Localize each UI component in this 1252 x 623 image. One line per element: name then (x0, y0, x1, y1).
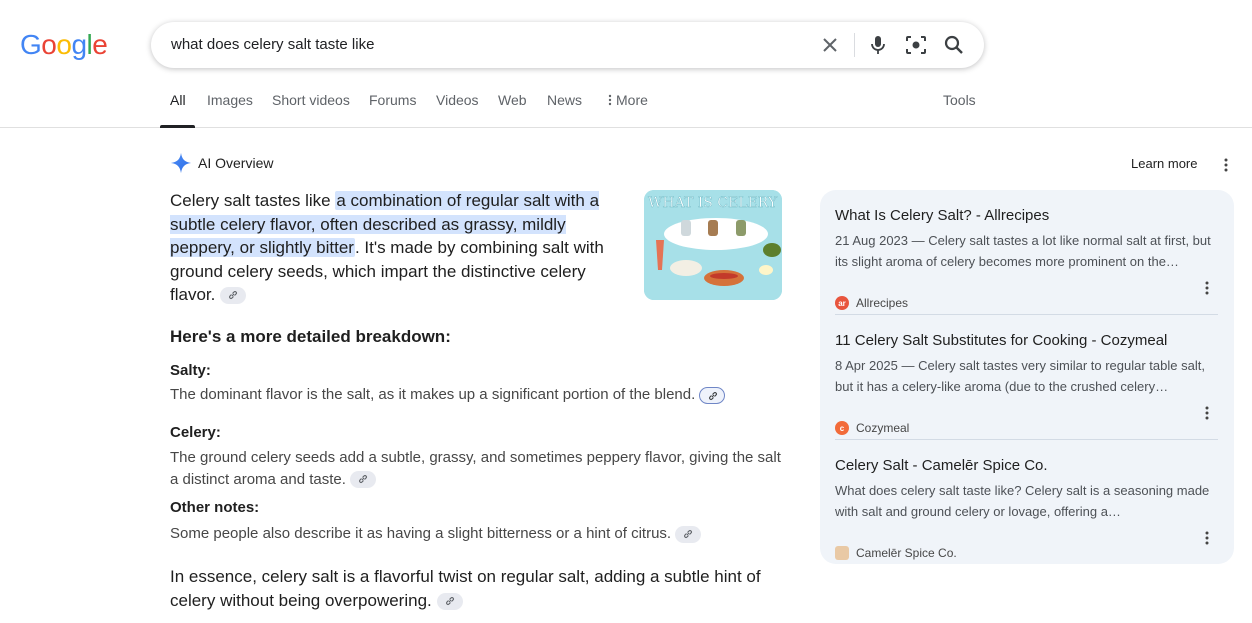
allrecipes-favicon-icon: ar (835, 296, 849, 310)
section-heading-salty: Salty: (170, 362, 211, 379)
sources-panel: What Is Celery Salt? - Allrecipes 21 Aug… (820, 190, 1234, 564)
tools-button[interactable]: Tools (943, 92, 976, 108)
cameler-favicon-icon (835, 546, 849, 560)
tab-images[interactable]: Images (207, 92, 253, 108)
source-card[interactable]: What Is Celery Salt? - Allrecipes 21 Aug… (835, 207, 1218, 310)
cozymeal-favicon-icon: c (835, 421, 849, 435)
source-snippet: 8 Apr 2025 — Celery salt tastes very sim… (835, 358, 1205, 394)
source-card[interactable]: 11 Celery Salt Substitutes for Cooking -… (835, 332, 1218, 435)
citation-link-icon[interactable] (220, 287, 247, 305)
citation-link-icon[interactable] (436, 592, 463, 610)
gemini-sparkle-icon (170, 152, 192, 174)
source-site-name: Cozymeal (856, 421, 910, 435)
source-title[interactable]: What Is Celery Salt? - Allrecipes (835, 207, 1218, 224)
breakdown-heading: Here's a more detailed breakdown: (170, 327, 451, 346)
search-box[interactable]: what does celery salt taste like (151, 22, 984, 68)
tab-web[interactable]: Web (498, 92, 527, 108)
section-text-salty: The dominant flavor is the salt, as it m… (170, 384, 785, 406)
source-more-icon[interactable] (1199, 405, 1215, 421)
search-input[interactable]: what does celery salt taste like (171, 36, 374, 53)
tab-more-label: More (616, 92, 648, 108)
source-snippet: What does celery salt taste like? Celery… (835, 483, 1210, 519)
active-tab-indicator (160, 125, 195, 128)
celery-salt-image[interactable]: WHAT IS CELERY SALT (644, 190, 782, 300)
image-caption: WHAT IS CELERY SALT (648, 195, 782, 211)
source-card[interactable]: Celery Salt - Camelēr Spice Co. What doe… (835, 457, 1218, 560)
section-heading-other-notes: Other notes: (170, 499, 260, 516)
source-site[interactable]: Camelēr Spice Co. (835, 546, 957, 560)
citation-link-icon[interactable] (350, 471, 377, 489)
tab-all[interactable]: All (170, 92, 186, 108)
source-site-name: Allrecipes (856, 296, 909, 310)
ai-overview-summary: Celery salt tastes like a combination of… (170, 189, 635, 307)
source-divider (835, 314, 1218, 315)
search-tabs: All Images Short videos Forums Videos We… (0, 78, 1252, 128)
search-divider (854, 33, 855, 57)
tab-more[interactable]: More (607, 92, 648, 108)
source-title[interactable]: 11 Celery Salt Substitutes for Cooking -… (835, 332, 1218, 349)
ai-overview-title: AI Overview (198, 155, 274, 171)
section-text: Some people also describe it as having a… (170, 525, 672, 542)
more-options-icon[interactable] (1218, 157, 1234, 173)
section-text-other-notes: Some people also describe it as having a… (170, 523, 785, 545)
camera-lens-icon[interactable] (904, 33, 928, 57)
tab-news[interactable]: News (547, 92, 582, 108)
more-vert-icon (608, 94, 612, 106)
section-text-celery: The ground celery seeds add a subtle, gr… (170, 447, 785, 490)
citation-link-icon[interactable] (675, 525, 702, 543)
section-text: The dominant flavor is the salt, as it m… (170, 386, 696, 403)
citation-link-icon[interactable] (699, 386, 726, 404)
source-more-icon[interactable] (1199, 530, 1215, 546)
google-logo[interactable]: Google (20, 30, 108, 60)
microphone-icon[interactable] (866, 33, 890, 57)
source-snippet: 21 Aug 2023 — Celery salt tastes a lot l… (835, 233, 1211, 269)
source-site-name: Camelēr Spice Co. (856, 546, 957, 560)
tab-forums[interactable]: Forums (369, 92, 416, 108)
ai-overview-conclusion: In essence, celery salt is a flavorful t… (170, 565, 785, 612)
source-more-icon[interactable] (1199, 280, 1215, 296)
source-title[interactable]: Celery Salt - Camelēr Spice Co. (835, 457, 1218, 474)
learn-more-link[interactable]: Learn more (1131, 156, 1197, 171)
clear-icon[interactable] (818, 33, 842, 57)
source-divider (835, 439, 1218, 440)
tab-short-videos[interactable]: Short videos (272, 92, 350, 108)
section-heading-celery: Celery: (170, 424, 221, 441)
search-icon[interactable] (942, 33, 966, 57)
ai-overview-header: AI Overview (170, 152, 273, 174)
summary-text-start: Celery salt tastes like (170, 191, 336, 210)
tab-videos[interactable]: Videos (436, 92, 479, 108)
source-site[interactable]: c Cozymeal (835, 421, 909, 435)
source-site[interactable]: ar Allrecipes (835, 296, 908, 310)
section-text: The ground celery seeds add a subtle, gr… (170, 449, 781, 488)
conclusion-text: In essence, celery salt is a flavorful t… (170, 567, 761, 610)
